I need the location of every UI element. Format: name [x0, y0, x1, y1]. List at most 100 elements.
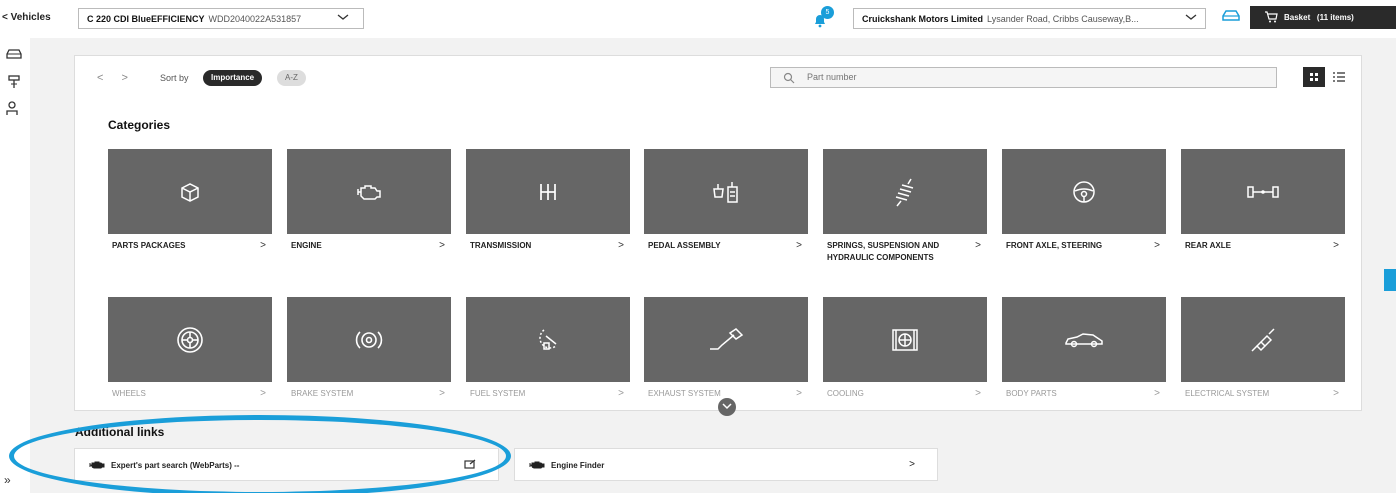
chevron-down-icon	[722, 403, 732, 410]
chevron-down-icon	[1185, 12, 1197, 25]
category-label: ELECTRICAL SYSTEM	[1185, 389, 1270, 398]
axle-icon	[1247, 185, 1279, 198]
chevron-right-icon: >	[796, 240, 802, 251]
vehicle-model: C 220 CDI BlueEFFICIENCY	[87, 14, 205, 24]
brake-icon	[355, 330, 383, 349]
category-transmission[interactable]: TRANSMISSION >	[466, 149, 630, 252]
search-icon	[783, 72, 795, 84]
user-car-icon	[6, 101, 18, 115]
chevron-right-icon: >	[796, 388, 802, 399]
side-feedback-tab[interactable]	[1384, 269, 1396, 291]
main-area: <> Sort by Importance A-Z Categories PAR…	[30, 38, 1396, 493]
car-body-icon	[1065, 332, 1103, 347]
dealer-address: Lysander Road, Cribbs Causeway,B...	[987, 14, 1139, 24]
notification-badge: 5	[821, 6, 834, 19]
fuel-icon	[539, 328, 557, 350]
category-front-axle-steering[interactable]: FRONT AXLE, STEERING >	[1002, 149, 1166, 252]
basket-count: (11 items)	[1316, 13, 1354, 22]
dealer-name: Cruickshank Motors Limited	[862, 14, 984, 24]
link-label: Expert's part search (WebParts) --	[111, 461, 240, 470]
category-label: EXHAUST SYSTEM	[648, 389, 721, 398]
link-label: Engine Finder	[551, 461, 605, 470]
vehicle-vin: WDD2040022A531857	[208, 14, 302, 24]
list-icon	[1333, 72, 1345, 82]
chevron-right-icon: >	[1333, 388, 1339, 399]
left-rail: »	[0, 38, 30, 493]
vehicle-select[interactable]: C 220 CDI BlueEFFICIENCY WDD2040022A53185…	[78, 8, 364, 29]
spring-icon	[895, 178, 914, 206]
chevron-right-icon: >	[618, 240, 624, 251]
rail-user-button[interactable]	[5, 100, 23, 118]
chevron-right-icon: >	[1154, 388, 1160, 399]
chevron-right-icon: >	[439, 240, 445, 251]
spark-plug-icon	[1251, 327, 1275, 352]
category-label: BRAKE SYSTEM	[291, 389, 354, 398]
category-brake-system[interactable]: BRAKE SYSTEM >	[287, 297, 451, 400]
categories-heading: Categories	[108, 118, 171, 132]
scroll-down-button[interactable]	[718, 398, 736, 416]
external-link-icon	[464, 459, 476, 472]
chevron-right-icon: >	[975, 240, 981, 251]
category-label: PARTS PACKAGES	[112, 241, 186, 250]
exhaust-icon	[710, 327, 744, 350]
notifications-button[interactable]: 5	[812, 6, 834, 28]
cart-icon	[1265, 11, 1278, 23]
sort-az-button[interactable]: A-Z	[277, 70, 306, 86]
back-arrow-button[interactable]: <	[97, 72, 103, 84]
sort-importance-button[interactable]: Importance	[203, 70, 263, 86]
category-label: REAR AXLE	[1185, 241, 1231, 250]
chevron-right-icon: >	[260, 240, 266, 251]
vehicle-car-button[interactable]	[1221, 8, 1243, 28]
chevron-right-icon: >	[909, 459, 915, 470]
rail-parts-button[interactable]	[5, 73, 23, 91]
link-engine-finder[interactable]: Engine Finder >	[514, 448, 938, 481]
history-nav: < >	[97, 72, 146, 84]
additional-links-heading: Additional links	[75, 425, 165, 439]
categories-panel: <> Sort by Importance A-Z Categories PAR…	[74, 55, 1362, 416]
category-body-parts[interactable]: BODY PARTS >	[1002, 297, 1166, 400]
category-exhaust-system[interactable]: EXHAUST SYSTEM >	[644, 297, 808, 400]
engine-icon	[357, 184, 381, 200]
part-number-search	[770, 67, 1277, 88]
chevron-down-icon	[337, 12, 349, 25]
gearshift-icon	[540, 183, 556, 200]
category-label: SPRINGS, SUSPENSION AND HYDRAULIC COMPON…	[827, 241, 940, 262]
category-label: PEDAL ASSEMBLY	[648, 241, 721, 250]
category-rear-axle[interactable]: REAR AXLE >	[1181, 149, 1345, 252]
forward-arrow-button[interactable]: >	[121, 72, 127, 84]
grid-icon	[1310, 73, 1318, 81]
category-wheels[interactable]: WHEELS >	[108, 297, 272, 400]
category-fuel-system[interactable]: FUEL SYSTEM >	[466, 297, 630, 400]
chevron-right-icon: >	[618, 388, 624, 399]
category-springs-suspension[interactable]: SPRINGS, SUSPENSION AND HYDRAULIC COMPON…	[823, 149, 987, 264]
rail-vehicle-button[interactable]	[5, 46, 23, 64]
sort-by-label: Sort by	[160, 73, 189, 83]
engine-icon	[89, 461, 105, 469]
category-label: WHEELS	[112, 389, 146, 398]
part-number-input[interactable]	[807, 72, 1247, 82]
category-cooling[interactable]: COOLING >	[823, 297, 987, 400]
expand-rail-button[interactable]: »	[4, 473, 11, 487]
pedal-icon	[713, 181, 738, 203]
radiator-icon	[892, 328, 918, 351]
chevron-right-icon: >	[439, 388, 445, 399]
top-bar: < Vehicles C 220 CDI BlueEFFICIENCY WDD20…	[0, 0, 1396, 38]
category-label: TRANSMISSION	[470, 241, 532, 250]
basket-label: Basket	[1284, 13, 1311, 22]
category-label: FUEL SYSTEM	[470, 389, 526, 398]
category-label: COOLING	[827, 389, 864, 398]
grid-view-button[interactable]	[1303, 67, 1325, 87]
box-icon	[181, 182, 199, 202]
category-parts-packages[interactable]: PARTS PACKAGES >	[108, 149, 272, 252]
category-pedal-assembly[interactable]: PEDAL ASSEMBLY >	[644, 149, 808, 252]
back-to-vehicles-link[interactable]: < Vehicles	[2, 12, 51, 23]
list-view-button[interactable]	[1328, 67, 1350, 87]
dealer-select[interactable]: Cruickshank Motors Limited Lysander Road,…	[853, 8, 1206, 29]
link-expert-part-search[interactable]: Expert's part search (WebParts) --	[74, 448, 499, 481]
category-label: FRONT AXLE, STEERING	[1006, 241, 1103, 250]
engine-icon	[529, 461, 545, 469]
basket-button[interactable]: Basket (11 items)	[1250, 6, 1396, 29]
category-engine[interactable]: ENGINE >	[287, 149, 451, 252]
part-icon	[8, 75, 20, 88]
category-electrical-system[interactable]: ELECTRICAL SYSTEM >	[1181, 297, 1345, 400]
